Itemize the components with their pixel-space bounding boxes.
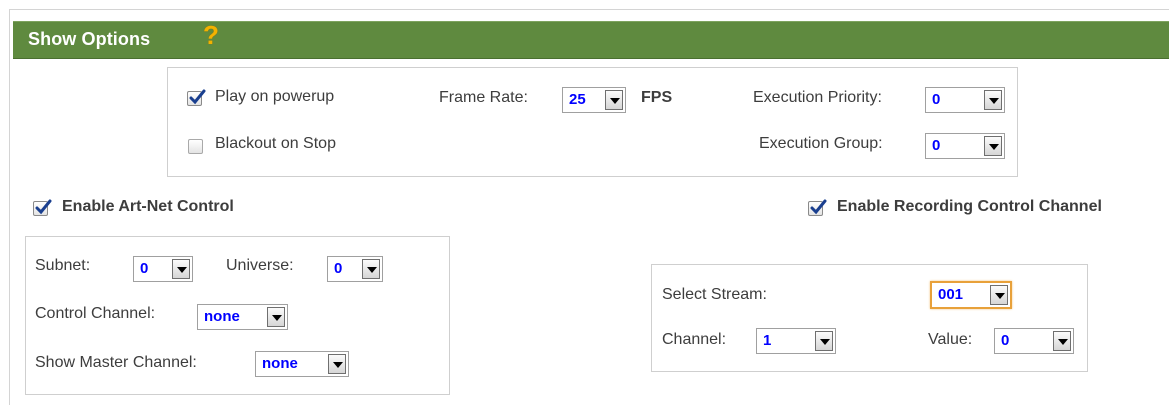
dropdown-arrow-icon — [1053, 331, 1071, 351]
dropdown-arrow-icon — [990, 285, 1008, 305]
checkmark-icon — [35, 199, 52, 215]
checkmark-icon — [189, 89, 206, 105]
dropdown-arrow-icon — [172, 259, 190, 279]
subnet-value: 0 — [140, 260, 149, 277]
enable-artnet-label: Enable Art-Net Control — [62, 198, 234, 215]
control-channel-label: Control Channel: — [35, 305, 156, 322]
playback-options-box — [167, 67, 1018, 177]
execution-priority-select[interactable]: 0 — [925, 87, 1005, 113]
blackout-on-stop-checkbox[interactable] — [188, 139, 203, 154]
universe-select[interactable]: 0 — [327, 256, 383, 282]
execution-group-label: Execution Group: — [759, 135, 883, 152]
channel-select[interactable]: 1 — [756, 328, 836, 354]
dropdown-arrow-icon — [815, 331, 833, 351]
blackout-on-stop-label: Blackout on Stop — [215, 135, 336, 152]
dropdown-arrow-icon — [984, 90, 1002, 110]
enable-recording-label: Enable Recording Control Channel — [837, 198, 1102, 215]
enable-recording-checkbox[interactable] — [808, 199, 827, 216]
play-on-powerup-checkbox[interactable] — [187, 89, 206, 106]
frame-rate-value: 25 — [569, 91, 586, 108]
frame-rate-select[interactable]: 25 — [562, 87, 626, 113]
channel-label: Channel: — [662, 331, 727, 348]
execution-group-value: 0 — [932, 137, 941, 154]
dropdown-arrow-icon — [267, 307, 285, 327]
dropdown-arrow-icon — [328, 354, 346, 374]
value-select[interactable]: 0 — [994, 328, 1074, 354]
execution-group-select[interactable]: 0 — [925, 133, 1005, 159]
value-label: Value: — [928, 331, 973, 348]
show-master-channel-select[interactable]: none — [255, 351, 349, 377]
control-channel-value: none — [204, 308, 240, 325]
subnet-label: Subnet: — [35, 257, 91, 274]
universe-value: 0 — [334, 260, 343, 277]
universe-label: Universe: — [226, 257, 294, 274]
show-master-channel-value: none — [262, 355, 298, 372]
show-master-channel-label: Show Master Channel: — [35, 354, 197, 371]
fps-unit-label: FPS — [641, 89, 673, 106]
select-stream-select[interactable]: 001 — [930, 281, 1012, 309]
value-value: 0 — [1001, 332, 1010, 349]
frame-rate-label: Frame Rate: — [439, 89, 528, 106]
select-stream-value: 001 — [938, 286, 964, 303]
dropdown-arrow-icon — [362, 259, 380, 279]
channel-value: 1 — [763, 332, 772, 349]
recording-options-box — [651, 264, 1088, 372]
subnet-select[interactable]: 0 — [133, 256, 193, 282]
enable-artnet-checkbox[interactable] — [33, 199, 52, 216]
play-on-powerup-label: Play on powerup — [215, 88, 335, 105]
execution-priority-value: 0 — [932, 91, 941, 108]
dropdown-arrow-icon — [605, 90, 623, 110]
select-stream-label: Select Stream: — [662, 286, 767, 303]
checkmark-icon — [810, 199, 827, 215]
question-mark-icon[interactable]: ? — [203, 21, 219, 49]
panel-title: Show Options — [28, 29, 151, 49]
dropdown-arrow-icon — [984, 136, 1002, 156]
control-channel-select[interactable]: none — [197, 304, 288, 330]
execution-priority-label: Execution Priority: — [753, 89, 882, 106]
panel-header: Show Options ? — [13, 21, 1169, 59]
